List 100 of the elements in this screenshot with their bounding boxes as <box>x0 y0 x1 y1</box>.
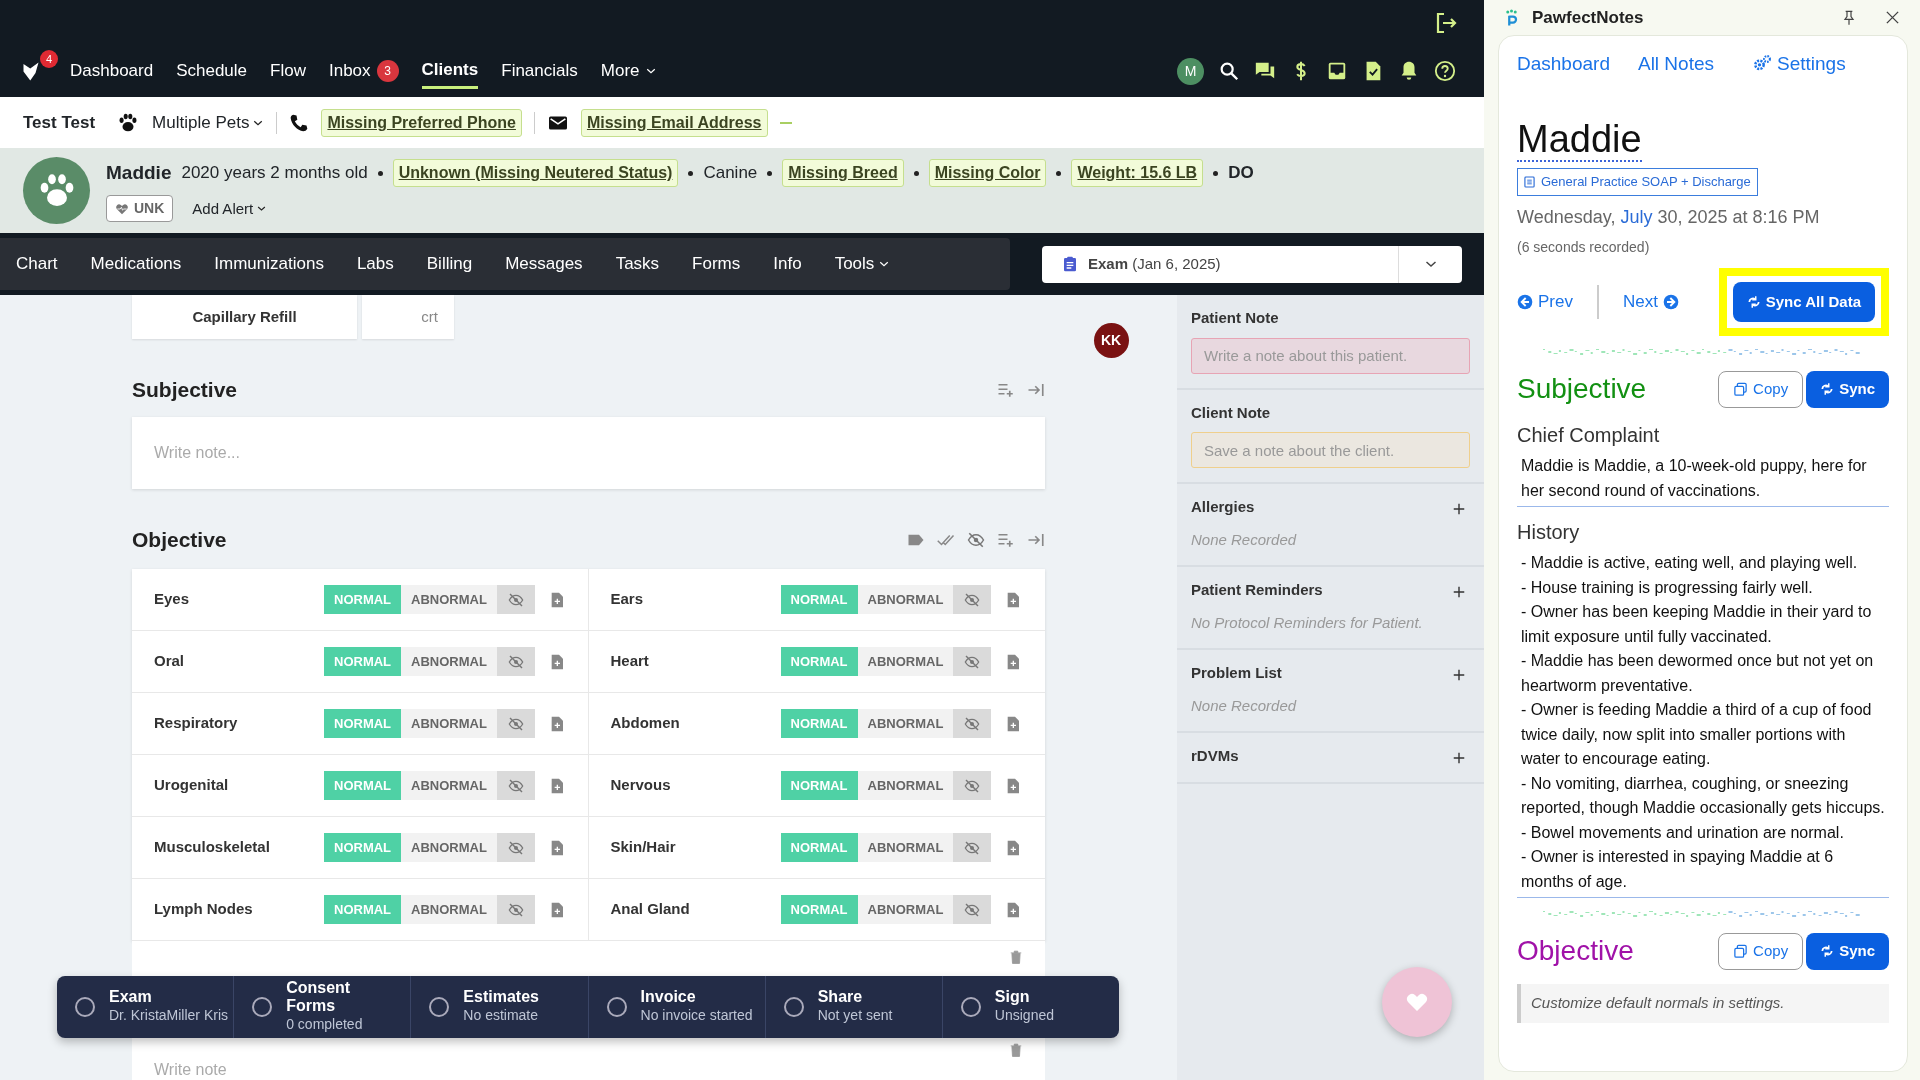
nav-link[interactable]: Inbox 3 <box>328 54 399 88</box>
record-tab[interactable]: Chart <box>14 245 60 283</box>
arrow-to-end-icon[interactable] <box>1027 531 1045 549</box>
note-field[interactable]: Write a note about this patient. <box>1191 337 1470 374</box>
hide-button[interactable] <box>953 771 992 800</box>
close-icon[interactable] <box>1885 10 1900 25</box>
system-label: Lymph Nodes <box>154 899 254 920</box>
add-alert-dropdown[interactable]: Add Alert <box>191 196 268 221</box>
hide-button[interactable] <box>953 647 992 676</box>
record-tab[interactable]: Tools <box>832 245 892 283</box>
notification-count: 4 <box>40 50 58 68</box>
hide-button[interactable] <box>496 585 535 614</box>
patient-detail-link[interactable]: Weight: 15.6 LB <box>1071 159 1204 187</box>
record-tab[interactable]: Forms <box>690 245 743 283</box>
hide-button[interactable] <box>496 771 535 800</box>
nav-link[interactable]: Dashboard <box>1517 50 1610 79</box>
step-status: No estimate <box>463 1006 539 1026</box>
radio-button[interactable] <box>783 997 804 1017</box>
sync-button[interactable]: Sync <box>1806 933 1889 970</box>
trash-icon[interactable] <box>1009 949 1023 965</box>
radio-button[interactable] <box>252 997 273 1017</box>
radio-button[interactable] <box>429 997 450 1017</box>
add-note-button[interactable] <box>1005 590 1022 609</box>
abnormal-toggle[interactable]: ABNORMAL <box>857 833 954 862</box>
hide-button[interactable] <box>953 895 992 924</box>
patient-detail-link[interactable]: Unknown (Missing Neutered Status) <box>392 159 679 187</box>
copy-button[interactable]: Copy <box>1718 933 1804 970</box>
next-link[interactable]: Next <box>1622 289 1679 315</box>
hide-button[interactable] <box>496 647 535 676</box>
abnormal-toggle[interactable]: ABNORMAL <box>857 895 954 924</box>
phone-icon <box>289 112 310 133</box>
record-tab[interactable]: Medications <box>88 245 184 283</box>
eye-off-icon <box>507 591 524 608</box>
abnormal-toggle[interactable]: ABNORMAL <box>857 647 954 676</box>
nav-link[interactable]: Clients <box>421 52 479 90</box>
envelope-icon <box>546 113 569 132</box>
help-icon[interactable] <box>1434 60 1456 82</box>
hint-text: Customize default normals in settings. <box>1517 984 1889 1023</box>
sync-all-button[interactable]: Sync All Data <box>1732 281 1875 323</box>
user-avatar[interactable]: M <box>1177 57 1204 85</box>
status-button[interactable]: UNK <box>106 195 174 223</box>
missing-email-link[interactable]: Missing Email Address <box>580 108 768 137</box>
missing-phone-link[interactable]: Missing Preferred Phone <box>321 108 522 137</box>
nav-link[interactable]: Flow <box>270 54 306 88</box>
nav-link[interactable]: More <box>600 54 656 88</box>
add-note-button[interactable] <box>1005 776 1022 795</box>
hide-button[interactable] <box>953 585 992 614</box>
hide-button[interactable] <box>953 833 992 862</box>
radio-button[interactable] <box>606 997 627 1017</box>
add-note-button[interactable] <box>1005 838 1022 857</box>
search-icon[interactable] <box>1218 60 1240 82</box>
exam-dropdown[interactable]: Exam (Jan 6, 2025) <box>1042 245 1462 283</box>
eye-off-icon[interactable] <box>967 531 985 549</box>
nav-link[interactable]: All Notes <box>1637 50 1714 79</box>
pin-icon[interactable] <box>1841 9 1857 26</box>
abnormal-toggle[interactable]: ABNORMAL <box>401 709 497 738</box>
abnormal-toggle[interactable]: ABNORMAL <box>401 771 497 800</box>
add-note-button[interactable] <box>1005 652 1022 671</box>
previous-link[interactable]: Prev <box>1517 289 1573 315</box>
radio-button[interactable] <box>75 997 95 1017</box>
list-plus-icon[interactable] <box>997 531 1015 549</box>
hide-button[interactable] <box>496 895 535 924</box>
trash-icon[interactable] <box>1009 1042 1023 1058</box>
system-label: Urogenital <box>154 775 230 796</box>
hide-button[interactable] <box>953 709 992 738</box>
record-tab[interactable]: Tasks <box>613 245 662 283</box>
abnormal-toggle[interactable]: ABNORMAL <box>401 895 497 924</box>
nav-link[interactable]: Dashboard <box>70 54 154 88</box>
pets-dropdown[interactable]: Multiple Pets <box>151 108 265 137</box>
logout-icon[interactable] <box>1434 10 1458 35</box>
abnormal-toggle[interactable]: ABNORMAL <box>857 585 954 614</box>
record-tab[interactable]: Info <box>771 245 804 283</box>
list-plus-icon[interactable] <box>997 381 1015 399</box>
abnormal-toggle[interactable]: ABNORMAL <box>401 833 497 862</box>
record-tab[interactable]: Labs <box>354 245 396 283</box>
patient-detail-link[interactable]: Missing Breed <box>782 159 904 187</box>
nav-link[interactable]: Settings <box>1752 50 1846 79</box>
note-field[interactable]: Write note... <box>132 417 1045 489</box>
template-button[interactable]: General Practice SOAP + Discharge <box>1517 168 1758 196</box>
circle-arrow-right-icon <box>1662 294 1679 311</box>
hide-button[interactable] <box>496 833 535 862</box>
abnormal-toggle[interactable]: ABNORMAL <box>401 647 497 676</box>
add-note-button[interactable] <box>1005 900 1022 919</box>
copy-button[interactable]: Copy <box>1718 371 1804 408</box>
sync-button[interactable]: Sync <box>1806 371 1889 408</box>
abnormal-toggle[interactable]: ABNORMAL <box>857 771 954 800</box>
inbox-icon[interactable] <box>1326 60 1348 82</box>
abnormal-toggle[interactable]: ABNORMAL <box>857 709 954 738</box>
record-tab[interactable]: Immunizations <box>212 245 326 283</box>
note-field[interactable]: Save a note about the client. <box>1191 432 1470 468</box>
patient-detail-link[interactable]: Missing Color <box>928 159 1047 187</box>
radio-button[interactable] <box>960 997 981 1017</box>
record-tab[interactable]: Messages <box>503 245 585 283</box>
nav-link[interactable]: Schedule <box>176 54 248 88</box>
abnormal-toggle[interactable]: ABNORMAL <box>401 585 497 614</box>
record-tab[interactable]: Billing <box>424 245 475 283</box>
hide-button[interactable] <box>496 709 535 738</box>
add-note-button[interactable] <box>1005 714 1022 733</box>
nav-link[interactable]: Financials <box>501 54 578 88</box>
arrow-to-end-icon[interactable] <box>1027 381 1045 399</box>
